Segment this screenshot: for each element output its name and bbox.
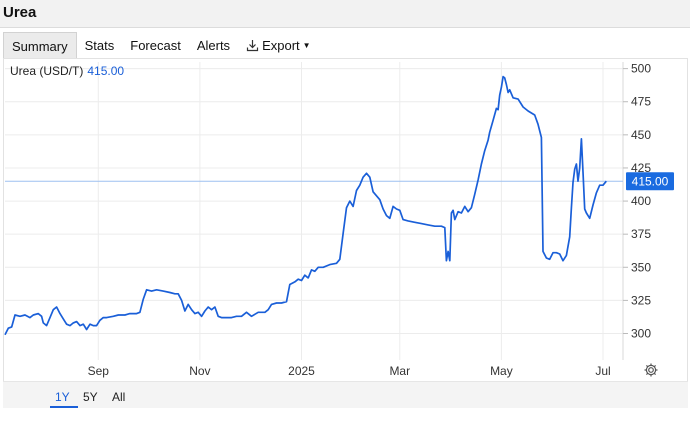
x-tick-label: Nov [189,364,210,378]
x-tick-label: Mar [389,364,410,378]
legend-series-name: Urea (USD/T) [10,64,84,78]
range-1y-button[interactable]: 1Y [55,390,70,404]
x-tick-label: Jul [595,364,610,378]
x-tick-label: May [490,364,513,378]
y-tick-label: 500 [631,62,651,76]
gear-icon[interactable] [643,362,659,378]
series-line-urea[interactable] [4,75,607,336]
range-selector: 1Y 5Y All [3,381,688,408]
y-tick-label: 375 [631,227,651,241]
legend-series-value: 415.00 [87,64,125,78]
x-tick-label: Sep [88,364,110,378]
y-tick-label: 400 [631,194,651,208]
y-tick-label: 475 [631,95,651,109]
y-tick-label: 325 [631,293,651,307]
y-tick-label: 350 [631,260,651,274]
y-tick-label: 300 [631,327,651,341]
y-tick-label: 450 [631,128,651,142]
last-value-tag-label: 415.00 [632,175,669,189]
range-all-button[interactable]: All [112,390,125,404]
active-range-indicator [50,406,78,408]
chart-legend: Urea (USD/T) 415.00 [10,64,124,78]
x-tick-label: 2025 [288,364,315,378]
last-value-tag: 415.00 [626,172,674,191]
range-5y-button[interactable]: 5Y [83,390,98,404]
